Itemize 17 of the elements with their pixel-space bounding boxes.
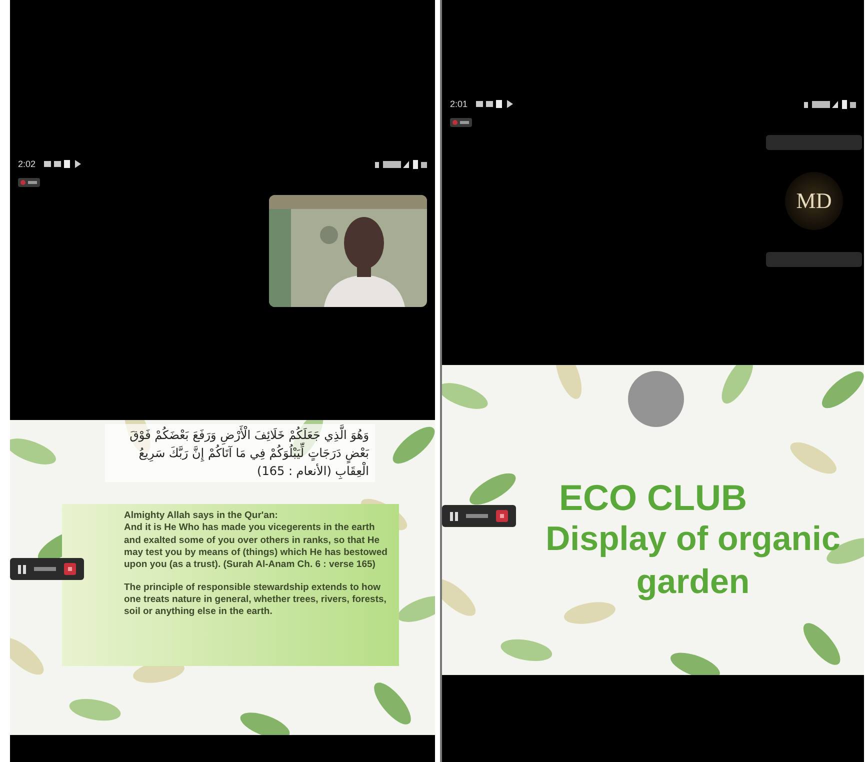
arabic-verse: وَهُوَ الَّذِي جَعَلَكُمْ خَلَائِفَ الْأَرْضِ وَرَفَعَ بَعْضَكُمْ فَوْقَ بَعْضٍ دَرَجَاتٍ لِّيَبْلُوَكُمْ فِي مَا آتَاكُمْ إِنَّ رَبَّكَ سَرِيعُ الْعِقَابِ (الأنعام : 165) — [105, 424, 375, 482]
status-time: 2:02 — [18, 159, 36, 169]
pause-icon[interactable] — [450, 512, 458, 520]
slide-title: ECO CLUB — [559, 476, 747, 518]
pause-icon[interactable] — [18, 564, 26, 574]
logo: MD — [785, 172, 843, 230]
timer-bar-icon — [34, 567, 56, 571]
timer-bar-icon — [466, 514, 488, 518]
slide-paragraph: And it is He Who has made you vicegerents in the earth and exalted some of you over others in ranks, so that He may test you by means of (things) which He has bestowed upon you (as a trust). (Surah Al-Anam Ch. 6 : verse 165) — [124, 522, 388, 572]
recording-indicator-icon — [18, 178, 40, 187]
slide-paragraph: The principle of responsible stewardship extends to how one treats nature in general, whether trees, rivers, forests, soil or anything else in the earth. — [124, 582, 388, 619]
recording-indicator-icon — [450, 118, 472, 127]
stop-icon[interactable] — [64, 563, 76, 575]
stop-icon[interactable] — [496, 510, 508, 522]
status-time: 2:01 — [450, 99, 468, 109]
slide-subtitle: Display of organic garden — [544, 519, 842, 603]
slide-heading: Almighty Allah says in the Qur'an: — [124, 510, 279, 522]
